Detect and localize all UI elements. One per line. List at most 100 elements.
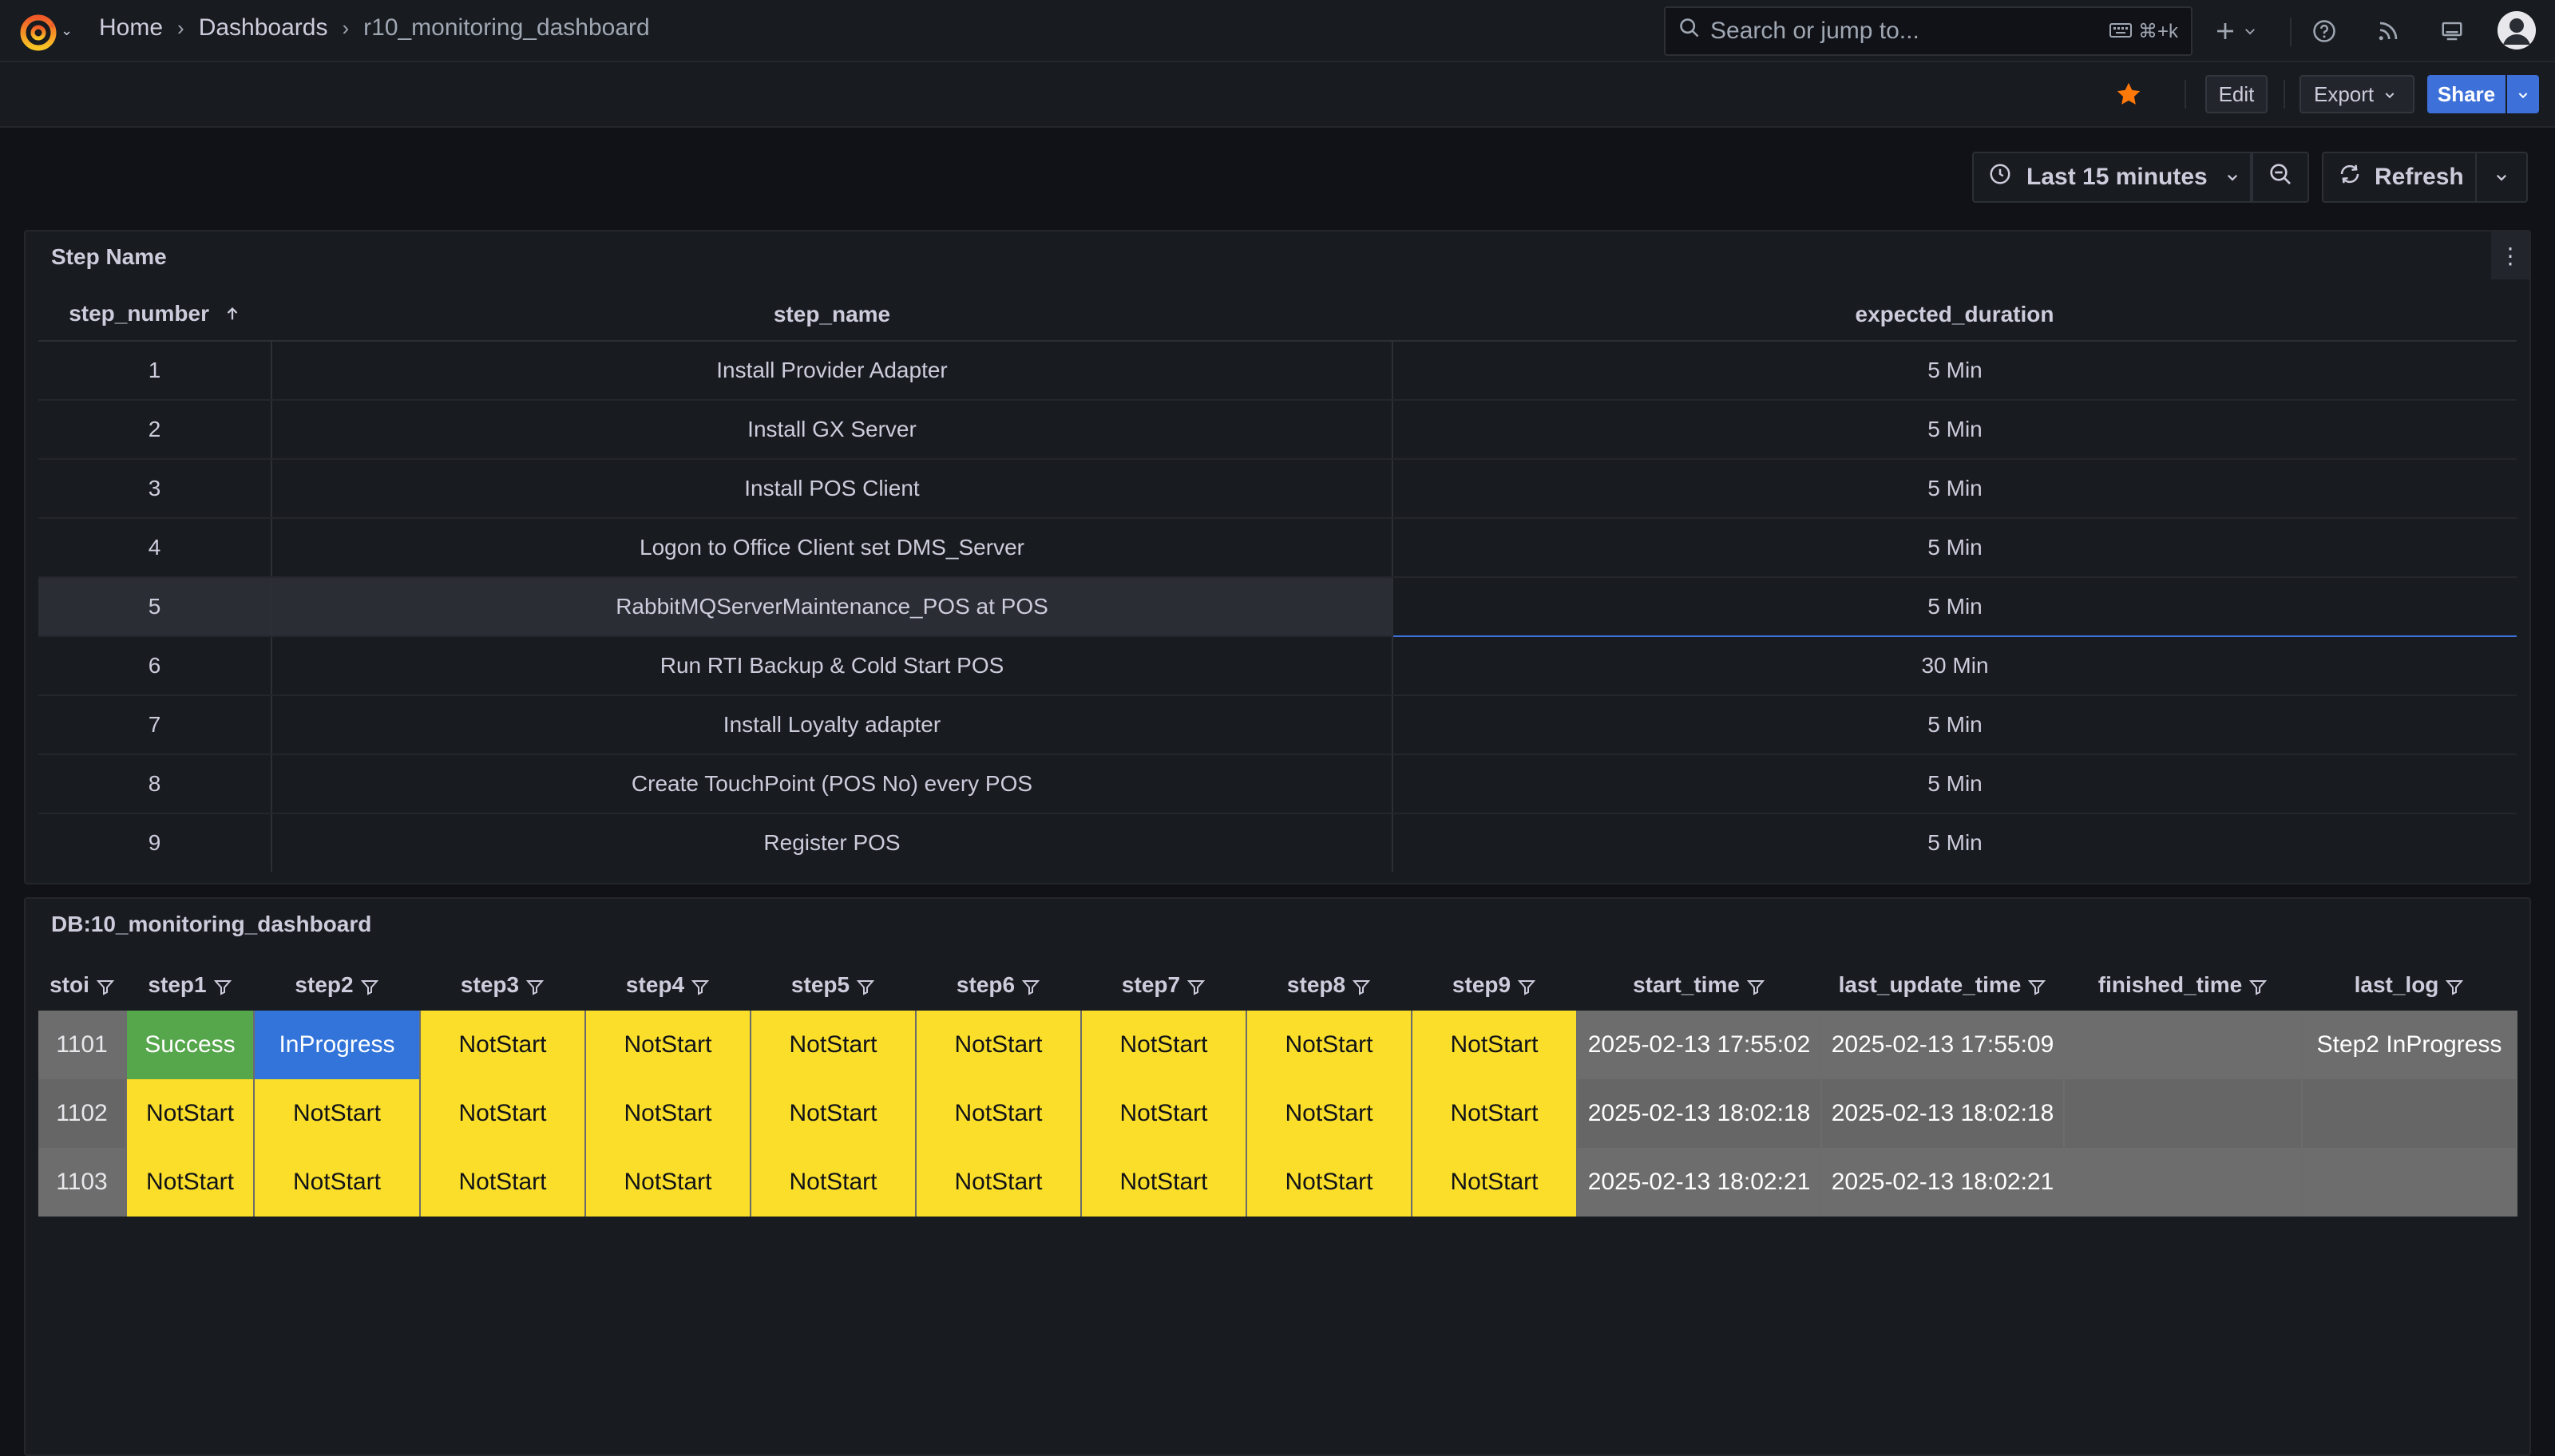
table-row[interactable]: 6 Run RTI Backup & Cold Start POS 30 Min [38,636,2517,696]
column-header-label: start_time [1633,972,1740,997]
step-name-cell: Install POS Client [271,459,1393,519]
table-row[interactable]: 1103 NotStart NotStart NotStart NotStart NotS… [38,1148,2517,1217]
edit-button[interactable]: Edit [2205,75,2268,113]
expected-duration-cell: 5 Min [1392,695,2517,755]
finished-time-cell [2064,1079,2303,1148]
column-header-stoi[interactable]: stoi [38,959,126,1011]
kiosk-mode-icon[interactable] [2437,16,2467,46]
chevron-down-icon[interactable]: ⌄ [61,22,73,39]
time-range-picker[interactable]: Last 15 minutes [1972,152,2252,203]
zoom-out-button[interactable] [2252,152,2309,203]
top-navbar: ⌄ Home › Dashboards › r10_monitoring_das… [0,0,2555,62]
column-header-step-name[interactable]: step_name [271,289,1392,342]
column-header-step2[interactable]: step2 [254,959,420,1011]
table-row[interactable]: 1102 NotStart NotStart NotStart NotStart NotS… [38,1079,2517,1148]
user-avatar-icon[interactable] [2498,11,2536,49]
column-header-step8[interactable]: step8 [1246,959,1412,1011]
last-update-time-cell: 2025-02-13 18:02:21 [1821,1148,2065,1217]
filter-icon[interactable] [1517,977,1536,996]
filter-icon[interactable] [1021,977,1040,996]
column-header-label: last_update_time [1838,972,2022,997]
last-log-cell [2302,1079,2517,1148]
store-id-cell: 1101 [38,1011,127,1079]
column-header-step1[interactable]: step1 [126,959,254,1011]
step-number-cell: 6 [38,636,272,696]
column-header-step5[interactable]: step5 [751,959,916,1011]
start-time-cell: 2025-02-13 18:02:18 [1577,1079,1822,1148]
column-header-step-number[interactable]: step_number [38,289,271,342]
filter-icon[interactable] [2445,977,2464,996]
refresh-interval-dropdown[interactable] [2475,152,2528,203]
table-row[interactable]: 8 Create TouchPoint (POS No) every POS 5 M… [38,754,2517,814]
breadcrumb: Home › Dashboards › r10_monitoring_dashb… [99,14,650,42]
filter-icon[interactable] [360,977,379,996]
expected-duration-cell: 5 Min [1392,341,2517,401]
star-icon[interactable] [2114,80,2143,109]
step-status-cell: Success [126,1011,255,1079]
step-status-cell: NotStart [1412,1011,1578,1079]
search-placeholder: Search or jump to... [1710,18,1919,44]
column-header-step6[interactable]: step6 [916,959,1081,1011]
table-row[interactable]: 2 Install GX Server 5 Min [38,400,2517,460]
expected-duration-cell: 5 Min [1392,576,2517,637]
table-row[interactable]: 3 Install POS Client 5 Min [38,459,2517,519]
grafana-logo-icon[interactable] [18,11,59,53]
filter-icon[interactable] [525,977,545,996]
search-shortcut: ⌘+k [2137,20,2178,42]
share-button[interactable]: Share [2427,75,2505,113]
panel-title: DB:10_monitoring_dashboard [51,912,372,936]
step-status-cell: NotStart [916,1079,1082,1148]
filter-icon[interactable] [2248,977,2268,996]
filter-icon[interactable] [1352,977,1371,996]
table-row[interactable]: 1101 Success InProgress NotStart NotStart Not… [38,1011,2517,1079]
column-header-step7[interactable]: step7 [1081,959,1246,1011]
panel-menu-icon[interactable]: ⋮ [2491,231,2529,279]
search-input[interactable]: Search or jump to... ⌘+k [1664,6,2193,56]
refresh-button[interactable]: Refresh [2322,152,2477,203]
step-name-cell: RabbitMQServerMaintenance_POS at POS [271,577,1393,637]
filter-icon[interactable] [1186,977,1206,996]
step-status-cell: NotStart [254,1079,421,1148]
step-status-cell: NotStart [916,1148,1082,1217]
column-header-step3[interactable]: step3 [420,959,585,1011]
filter-icon[interactable] [96,977,115,996]
column-header-expected-duration[interactable]: expected_duration [1392,289,2517,342]
plus-icon[interactable] [2210,16,2240,46]
last-update-time-cell: 2025-02-13 17:55:09 [1821,1011,2065,1079]
column-header-finished-time[interactable]: finished_time [2064,959,2302,1011]
column-header-start-time[interactable]: start_time [1577,959,1821,1011]
filter-icon[interactable] [2027,977,2046,996]
breadcrumb-dashboards[interactable]: Dashboards [199,14,328,42]
table-row[interactable]: 9 Register POS 5 Min [38,813,2517,872]
column-header-label: step4 [625,972,685,997]
panel-title: Step Name [51,244,167,269]
column-header-label: stoi [50,972,89,997]
step-name-table: step_number step_name expected_duration … [38,289,2517,872]
step-status-cell: NotStart [751,1079,917,1148]
help-icon[interactable] [2309,16,2339,46]
share-dropdown-button[interactable] [2507,75,2539,113]
divider [2284,80,2285,109]
breadcrumb-current: r10_monitoring_dashboard [363,14,650,41]
column-header-last-log[interactable]: last_log [2302,959,2517,1011]
breadcrumb-home[interactable]: Home [99,14,163,42]
divider [2290,18,2292,46]
table-row[interactable]: 7 Install Loyalty adapter 5 Min [38,695,2517,755]
table-row[interactable]: 4 Logon to Office Client set DMS_Server 5 … [38,518,2517,578]
column-header-step9[interactable]: step9 [1412,959,1577,1011]
filter-icon[interactable] [1746,977,1765,996]
filter-icon[interactable] [856,977,875,996]
table-row[interactable]: 1 Install Provider Adapter 5 Min [38,341,2517,401]
column-header-last-update-time[interactable]: last_update_time [1821,959,2064,1011]
chevron-down-icon[interactable] [2240,16,2260,46]
monitoring-table: stoi step1 step2 step3 step4 step5 step6 step7 s… [38,959,2517,1217]
rss-feed-icon[interactable] [2373,16,2403,46]
export-button[interactable]: Export [2300,75,2414,113]
filter-icon[interactable] [691,977,710,996]
column-header-step4[interactable]: step4 [585,959,751,1011]
step-number-cell: 4 [38,518,272,578]
table-row-hovered[interactable]: 5 RabbitMQServerMaintenance_POS at POS 5 M… [38,576,2517,637]
step-number-cell: 8 [38,754,272,814]
filter-icon[interactable] [213,977,232,996]
step-status-cell: NotStart [751,1011,917,1079]
